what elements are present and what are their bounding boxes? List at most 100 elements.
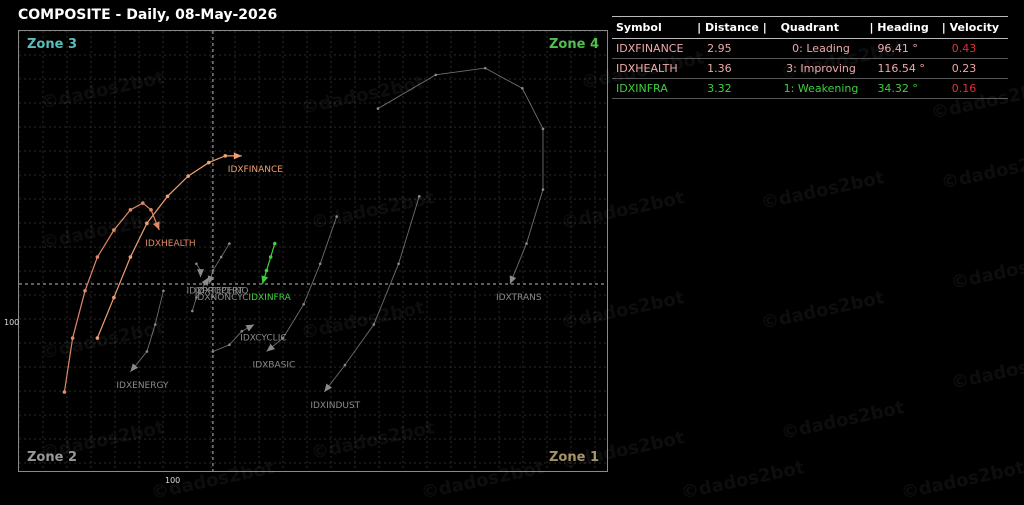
series-point-idxfinance	[223, 154, 228, 158]
zone-1-label: Zone 1	[548, 450, 599, 465]
series-label-idxfinance: IDXFINANCE	[228, 165, 283, 175]
series-point-idxinfra	[264, 268, 269, 273]
series-point-idxfinance	[128, 255, 133, 259]
table-row[interactable]: IDXFINANCE 2.95 0: Leading 96.41 ° 0.43	[612, 38, 1008, 59]
table-row[interactable]: IDXINFRA 3.32 1: Weakening 34.32 ° 0.16	[612, 78, 1008, 99]
series-point-idxbasic	[335, 215, 338, 218]
y-tick-100: 100	[4, 318, 20, 327]
series-point-idxhealth	[83, 289, 87, 293]
watermark: ©dados2bot	[779, 397, 907, 444]
series-point-idxhealth	[128, 208, 133, 212]
series-point-idxhealth	[112, 228, 116, 232]
series-arrow-idxenergy	[130, 363, 139, 372]
watermark: ©dados2bot	[899, 457, 1024, 504]
series-arrow-idxbasic	[266, 343, 275, 352]
series-line-idxhealth	[63, 202, 160, 393]
table-header-row: Symbol | Distance | Quadrant | Heading |…	[612, 16, 1008, 39]
series-point-idxinfra	[268, 255, 273, 259]
series-point-idxbasic	[302, 302, 305, 306]
chart-title: COMPOSITE - Daily, 08-May-2026	[18, 7, 278, 23]
series-point-idxenergy	[145, 350, 149, 353]
col-symbol: Symbol	[612, 16, 694, 39]
series-arrow-idxpropert	[197, 269, 205, 278]
series-point-idxhealth	[149, 208, 153, 212]
cell-symbol: IDXINFRA	[612, 78, 694, 99]
series-label-idxhealth: IDXHEALTH	[145, 239, 195, 249]
series-point-idxenergy	[162, 289, 165, 293]
cell-velocity: 0.43	[937, 38, 1008, 59]
series-point-idxfinance	[165, 194, 170, 199]
series-line-idxenergy	[130, 290, 164, 373]
cell-distance: 3.32	[693, 78, 777, 99]
x-tick-100: 100	[165, 476, 181, 485]
series-label-idxtrans: IDXTRANS	[496, 293, 542, 303]
col-quadrant: Quadrant	[776, 16, 866, 39]
zone-4-label: Zone 4	[548, 37, 599, 52]
series-point-idxenergy	[153, 323, 157, 326]
series-line-idxindust	[323, 196, 420, 393]
series-point-idxtechno	[190, 309, 194, 313]
cell-quadrant: 0: Leading	[776, 38, 866, 59]
series-point-idxindust	[343, 363, 347, 367]
series-point-idxbasic	[318, 262, 322, 266]
series-point-idxfinance	[186, 174, 190, 178]
cell-heading: 34.32 °	[865, 78, 938, 99]
series-point-idxnoncyc	[211, 269, 215, 272]
series-point-idxcyclic	[211, 350, 215, 353]
series-point-idxfinance	[145, 221, 149, 226]
series-point-idxfinance	[206, 160, 211, 165]
series-point-idxindust	[417, 195, 421, 198]
summary-table: Symbol | Distance | Quadrant | Heading |…	[612, 16, 1008, 99]
series-arrow-idxinfra	[261, 275, 269, 285]
series-label-idxcyclic: IDXCYCLIC	[240, 334, 286, 344]
cell-velocity: 0.16	[937, 78, 1008, 99]
watermark: ©dados2bot	[759, 167, 887, 214]
rrg-plot[interactable]: IDXFINANCE IDXHEALTH IDXINFRA IDXNONCYC IDXP…	[18, 30, 608, 472]
series-point-idxfinance	[95, 336, 100, 340]
series-point-idxhealth	[62, 390, 67, 394]
series-label-idxbasic: IDXBASIC	[253, 361, 296, 371]
series-point-idxhealth	[70, 336, 75, 340]
zone-3-label: Zone 3	[27, 37, 78, 52]
cell-distance: 2.95	[693, 38, 777, 59]
series-point-idxtechno	[195, 296, 198, 299]
series-point-idxhealth	[140, 201, 145, 205]
series-point-idxtrans	[376, 107, 380, 110]
cell-heading: 96.41 °	[865, 38, 938, 59]
series-label-idxenergy: IDXENERGY	[116, 381, 169, 391]
series-point-idxinfra	[273, 241, 277, 246]
series-point-idxcyclic	[240, 329, 244, 333]
series-arrow-idxfinance	[233, 152, 242, 160]
watermark: ©dados2bot	[949, 247, 1024, 294]
col-velocity: | Velocity	[937, 16, 1008, 39]
series-point-idxfinance	[112, 295, 116, 300]
series-point-idxhealth	[95, 255, 100, 259]
series-point-idxnoncyc	[219, 255, 223, 259]
series-point-idxtrans	[483, 66, 487, 70]
col-heading: | Heading	[865, 16, 938, 39]
series-point-idxpropert	[195, 262, 198, 266]
series-point-idxtrans	[541, 188, 545, 191]
cell-velocity: 0.23	[937, 58, 1008, 79]
cell-distance: 1.36	[693, 58, 777, 79]
series-point-idxindust	[372, 323, 376, 326]
series-label-idxindust: IDXINDUST	[310, 401, 360, 411]
table-row[interactable]: IDXHEALTH 1.36 3: Improving 116.54 ° 0.23	[612, 58, 1008, 79]
series-point-idxtrans	[541, 127, 545, 131]
zone-2-label: Zone 2	[27, 450, 78, 465]
col-distance: | Distance |	[693, 16, 777, 39]
series-label-idxtechno: IDXTECHNO	[195, 286, 249, 296]
series-point-idxindust	[397, 262, 400, 266]
series-arrow-idxcyclic	[245, 324, 255, 332]
cell-quadrant: 1: Weakening	[776, 78, 866, 99]
watermark: ©dados2bot	[679, 457, 807, 504]
series-point-idxbasic	[281, 336, 285, 340]
cell-quadrant: 3: Improving	[776, 58, 866, 79]
series-point-idxcyclic	[228, 343, 231, 347]
series-point-idxtrans	[434, 73, 438, 77]
series-point-idxtrans	[525, 242, 528, 245]
cell-symbol: IDXFINANCE	[612, 38, 694, 59]
cell-heading: 116.54 °	[865, 58, 938, 79]
series-point-idxtrans	[521, 87, 524, 90]
watermark: ©dados2bot	[759, 287, 887, 334]
